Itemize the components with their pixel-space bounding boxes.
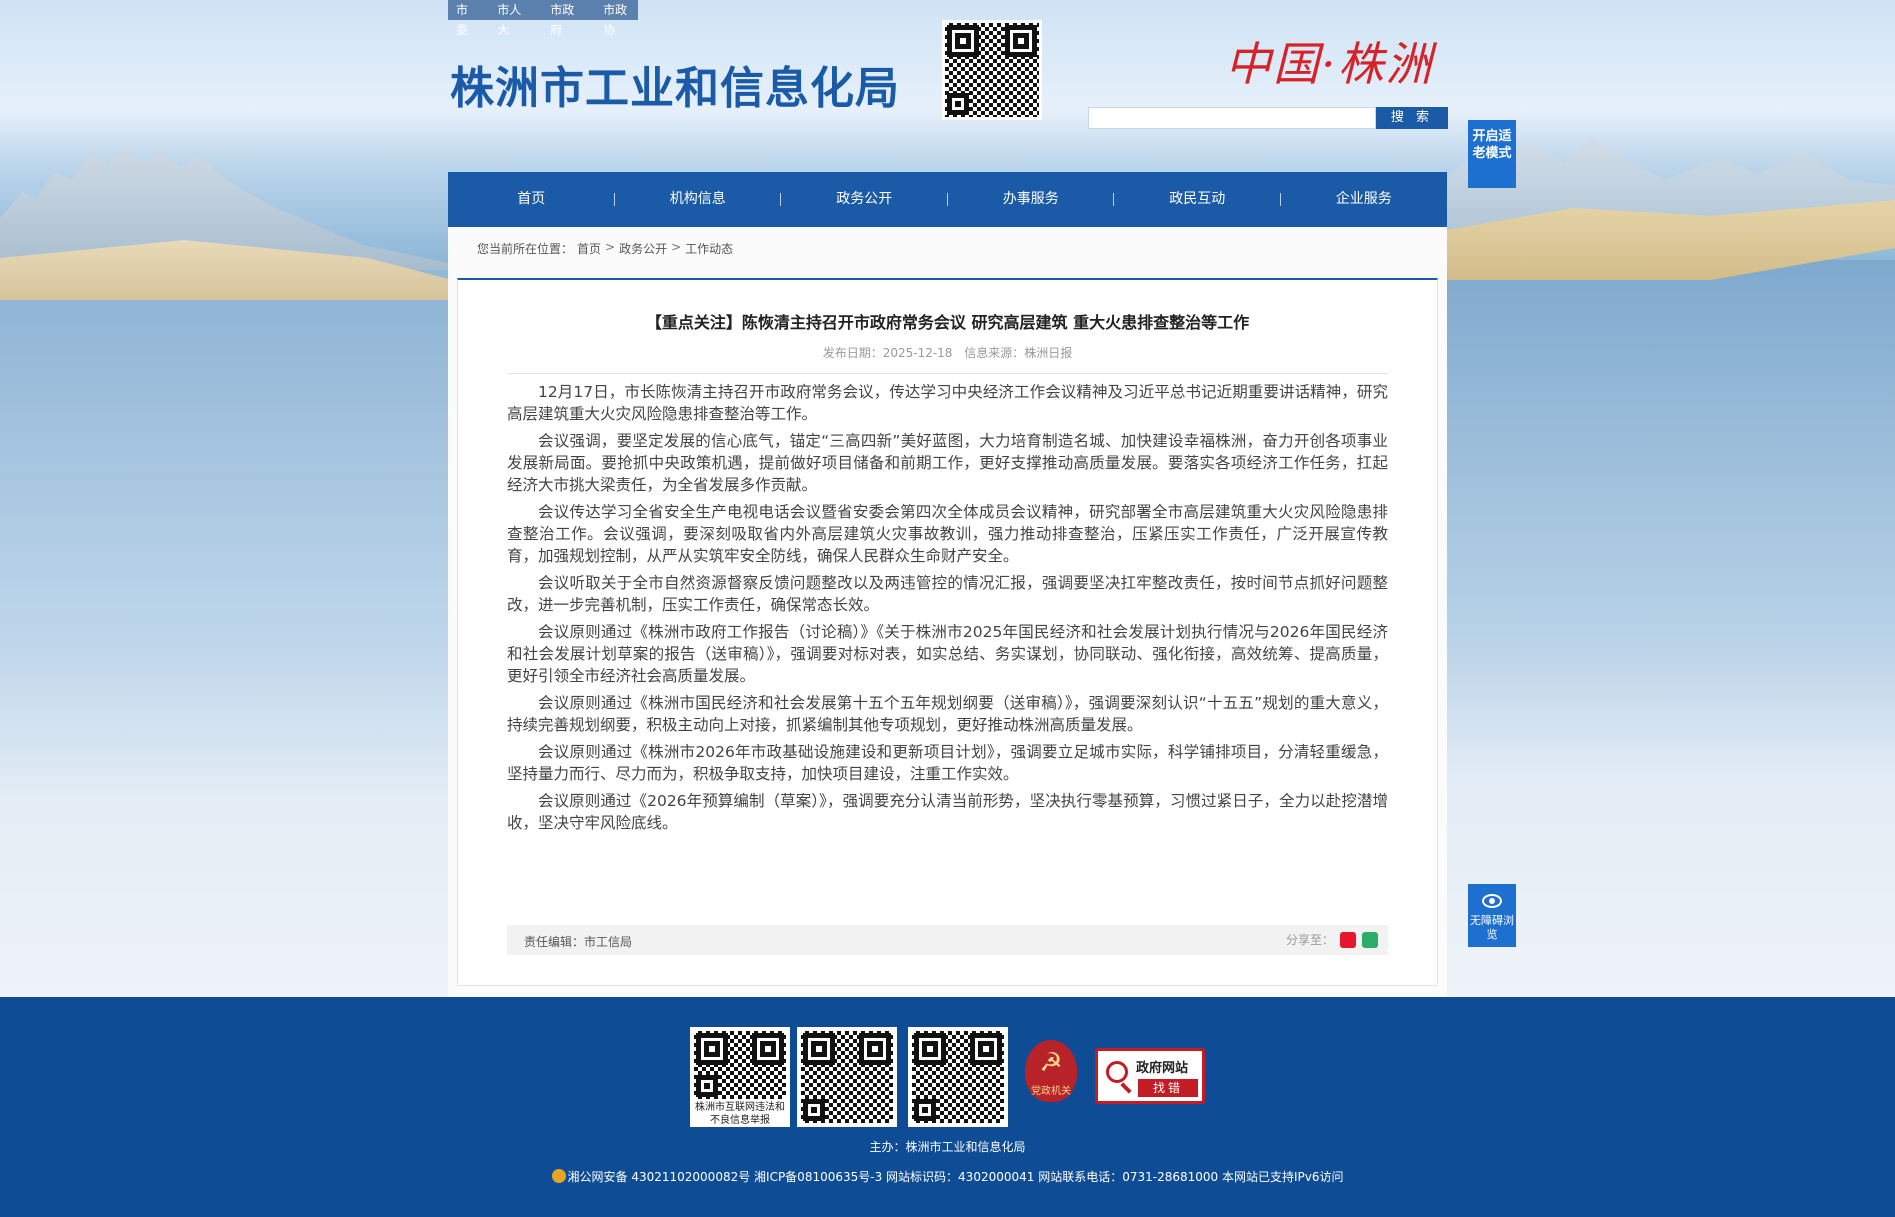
weibo-share-icon[interactable] — [1340, 931, 1356, 948]
eye-icon — [1482, 894, 1502, 908]
article-editor: 责任编辑：市工信局 — [524, 935, 633, 949]
top-links-bar: 市委 市人大 市政府 市政协 — [448, 0, 638, 37]
article-meta: 发布日期：2025-12-18 信息来源：株洲日报 — [457, 344, 1438, 361]
article-paragraph: 会议听取关于全市自然资源督察反馈问题整改以及两违管控的情况汇报，强调要坚决扛牢整… — [507, 574, 1388, 614]
article-paragraph: 会议原则通过《2026年预算编制（草案）》，强调要充分认清当前形势，坚决执行零基… — [507, 792, 1388, 832]
police-badge-icon — [551, 1169, 566, 1183]
breadcrumb-gov-affairs[interactable]: 政务公开 — [619, 240, 667, 257]
article-paragraph: 会议原则通过《株洲市国民经济和社会发展第十五个五年规划纲要（送审稿）》，强调要深… — [507, 694, 1388, 734]
breadcrumb: 您当前所在位置： 首页 > 政务公开 > 工作动态 — [477, 240, 733, 257]
qr-code-icon — [945, 23, 1039, 117]
article-source: 信息来源：株洲日报 — [964, 346, 1073, 360]
share-group: 分享至： — [1286, 931, 1378, 948]
nav-item-organization[interactable]: 机构信息 — [615, 172, 782, 227]
nav-item-gov-affairs[interactable]: 政务公开 — [781, 172, 948, 227]
article-footer-bar: 责任编辑：市工信局 分享至： — [507, 925, 1388, 955]
background-river-left — [0, 280, 460, 800]
gov-site-error-report[interactable]: 政府网站 找错 — [1095, 1048, 1205, 1104]
footer-record-text: 湘公网安备 43021102000082号 湘ICP备08100635号-3 网… — [567, 1170, 1344, 1184]
share-label: 分享至： — [1285, 933, 1334, 947]
nav-item-interaction[interactable]: 政民互动 — [1114, 172, 1281, 227]
footer-qr-code-2 — [797, 1027, 897, 1127]
nav-item-enterprise[interactable]: 企业服务 — [1281, 172, 1448, 227]
top-link-cppcc[interactable]: 市政协 — [603, 0, 638, 37]
top-link-party-committee[interactable]: 市委 — [456, 0, 479, 37]
site-title: 株洲市工业和信息化局 — [450, 63, 900, 114]
article-body: 12月17日，市长陈恢清主持召开市政府常务会议，传达学习中央经济工作会议精神及习… — [507, 381, 1388, 839]
search-button[interactable]: 搜 索 — [1376, 107, 1448, 129]
qr-code-icon — [801, 1031, 893, 1123]
breadcrumb-sep: > — [605, 240, 616, 254]
breadcrumb-prefix: 您当前所在位置： — [477, 242, 574, 256]
search-input[interactable] — [1088, 107, 1376, 129]
article-paragraph: 会议原则通过《株洲市政府工作报告（讨论稿）》《关于株洲市2025年国民经济和社会… — [507, 623, 1388, 685]
article-paragraph: 会议传达学习全省安全生产电视电话会议暨省安委会第四次全体成员会议精神，研究部署全… — [507, 503, 1388, 565]
footer-record: 湘公网安备 43021102000082号 湘ICP备08100635号-3 网… — [0, 1168, 1895, 1185]
wechat-share-icon[interactable] — [1362, 931, 1378, 948]
nav-item-home[interactable]: 首页 — [448, 172, 615, 227]
china-zhuzhou-logo: 中国·株洲 — [1225, 37, 1434, 91]
article-paragraph: 12月17日，市长陈恢清主持召开市政府常务会议，传达学习中央经济工作会议精神及习… — [507, 383, 1388, 423]
article-divider — [507, 373, 1388, 374]
party-gov-badge[interactable]: 党政机关 — [1025, 1040, 1077, 1102]
background-river-right — [1435, 260, 1895, 780]
article-title: 【重点关注】陈恢清主持召开市政府常务会议 研究高层建筑 重大火患排查整治等工作 — [645, 313, 1250, 332]
magnifier-icon — [1106, 1061, 1128, 1083]
gov-err-title: 政府网站 — [1136, 1061, 1189, 1076]
article-paragraph: 会议原则通过《株洲市2026年市政基础设施建设和更新项目计划》，强调要立足城市实… — [507, 743, 1388, 783]
article-paragraph: 会议强调，要坚定发展的信心底气，锚定“三高四新”美好蓝图，大力培育制造名城、加快… — [507, 432, 1388, 494]
article-date: 发布日期：2025-12-18 — [822, 346, 953, 360]
header-qr-code — [942, 20, 1042, 120]
breadcrumb-sep: > — [671, 240, 682, 254]
breadcrumb-home[interactable]: 首页 — [577, 240, 601, 257]
report-qr-caption: 株洲市互联网违法和不良信息举报 — [695, 1102, 785, 1126]
qr-code-icon — [694, 1031, 786, 1099]
accessibility-label: 无障碍浏览 — [1470, 914, 1514, 941]
qr-code-icon — [912, 1031, 1004, 1123]
accessibility-button[interactable]: 无障碍浏览 — [1468, 884, 1516, 947]
main-nav: 首页 机构信息 政务公开 办事服务 政民互动 企业服务 — [448, 172, 1447, 227]
top-link-peoples-congress[interactable]: 市人大 — [497, 0, 532, 37]
top-link-government[interactable]: 市政府 — [550, 0, 585, 37]
report-qr-code: 株洲市互联网违法和不良信息举报 — [690, 1027, 790, 1127]
nav-item-services[interactable]: 办事服务 — [948, 172, 1115, 227]
footer-qr-code-3 — [908, 1027, 1008, 1127]
footer-host: 主办：株洲市工业和信息化局 — [869, 1140, 1026, 1154]
breadcrumb-work-news[interactable]: 工作动态 — [685, 240, 733, 257]
gov-err-action: 找错 — [1138, 1079, 1198, 1097]
elder-mode-button[interactable]: 开启适老模式 — [1468, 120, 1516, 188]
